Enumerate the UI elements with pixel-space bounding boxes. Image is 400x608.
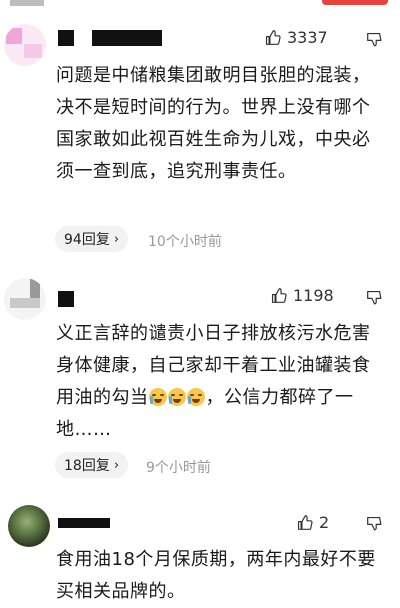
- crying-laugh-emoji: [148, 387, 206, 408]
- like-button[interactable]: 1198: [270, 286, 334, 305]
- comment-text: 食用油18个月保质期，两年内最好不要买相关品牌的。: [56, 549, 376, 602]
- thumbs-down-icon[interactable]: [366, 31, 383, 48]
- like-button[interactable]: 3337: [264, 28, 328, 47]
- avatar[interactable]: [4, 278, 46, 320]
- thumbs-up-icon: [271, 288, 287, 303]
- chevron-right-icon: ›: [113, 231, 120, 247]
- username-redacted[interactable]: [58, 291, 74, 307]
- timestamp: 9个小时前: [146, 460, 211, 476]
- like-count: 1198: [293, 286, 334, 305]
- reply-count-button[interactable]: 18回复 ›: [55, 452, 129, 478]
- reply-count-label: 18回复: [64, 458, 110, 474]
- avatar[interactable]: [8, 505, 50, 547]
- username-redacted[interactable]: [92, 30, 162, 46]
- comment-text: 义正言辞的谴责小日子排放核污水危害身体健康，自己家却干着工业油罐装食用油的勾当，…: [56, 318, 386, 446]
- like-count: 3337: [287, 28, 328, 47]
- chevron-right-icon: ›: [113, 457, 120, 473]
- username-redacted[interactable]: [58, 30, 74, 46]
- thumbs-up-icon: [265, 30, 281, 45]
- username-redacted[interactable]: [58, 518, 110, 528]
- avatar[interactable]: [4, 24, 46, 66]
- reply-count-label: 94回复: [64, 232, 110, 248]
- thumbs-down-icon[interactable]: [366, 289, 383, 306]
- comment-text: 问题是中储粮集团敢明目张胆的混装，决不是短时间的行为。世界上没有哪个国家敢如此视…: [56, 65, 371, 182]
- reply-count-button[interactable]: 94回复 ›: [55, 226, 129, 252]
- like-count: 2: [319, 513, 330, 532]
- thumbs-down-icon[interactable]: [366, 515, 383, 532]
- top-edge-fragment: [10, 0, 44, 6]
- timestamp: 10个小时前: [148, 234, 222, 250]
- top-edge: [0, 0, 400, 8]
- thumbs-up-icon: [297, 515, 313, 530]
- top-edge-red-button[interactable]: [322, 0, 388, 5]
- like-button[interactable]: 2: [296, 513, 329, 532]
